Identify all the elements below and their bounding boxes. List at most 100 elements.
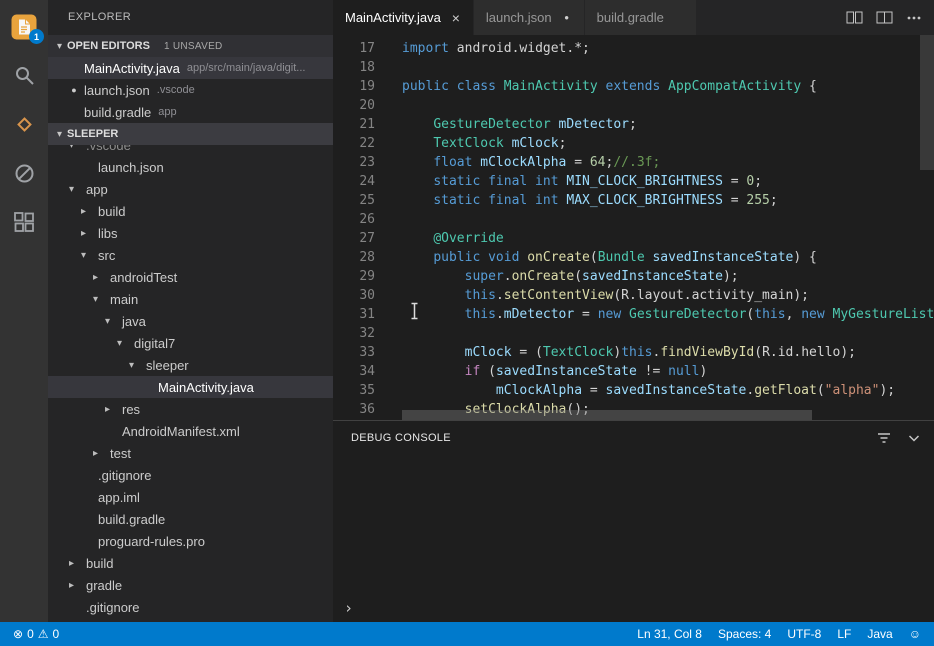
- code-line[interactable]: 35 mClockAlpha = savedInstanceState.getF…: [333, 381, 934, 400]
- split-editor-icon[interactable]: [872, 6, 896, 30]
- console-input-prompt[interactable]: ›: [344, 599, 353, 617]
- chevron-right-icon[interactable]: ▸: [68, 580, 86, 591]
- status-indentation[interactable]: Spaces: 4: [713, 627, 776, 641]
- folder-gradle[interactable]: ▸gradle: [48, 574, 333, 596]
- folder-res[interactable]: ▸res: [48, 398, 333, 420]
- folder-section-header[interactable]: ▾ SLEEPER: [48, 123, 333, 145]
- horizontal-scrollbar[interactable]: [402, 410, 812, 420]
- chevron-down-icon[interactable]: ▾: [92, 294, 110, 305]
- chevron-right-icon[interactable]: ▸: [92, 272, 110, 283]
- chevron-down-icon[interactable]: [906, 430, 922, 446]
- file-launch-json[interactable]: launch.json: [48, 156, 333, 178]
- extensions-activity-button[interactable]: [0, 198, 48, 247]
- code-line[interactable]: 31 this.mDetector = new GestureDetector(…: [333, 305, 934, 324]
- code-line[interactable]: 17import android.widget.*;: [333, 39, 934, 58]
- open-changes-icon[interactable]: [842, 6, 866, 30]
- line-number[interactable]: 32: [333, 324, 375, 343]
- vertical-scrollbar[interactable]: [920, 35, 934, 420]
- code-line[interactable]: 32: [333, 324, 934, 343]
- file-gitignore[interactable]: .gitignore: [48, 464, 333, 486]
- folder-androidtest[interactable]: ▸androidTest: [48, 266, 333, 288]
- line-number[interactable]: 29: [333, 267, 375, 286]
- line-number[interactable]: 34: [333, 362, 375, 381]
- panel-tab-debug-console[interactable]: DEBUG CONSOLE: [351, 432, 451, 444]
- tab-mainactivity-java[interactable]: MainActivity.java×: [333, 0, 474, 35]
- open-editors-header[interactable]: ▾ OPEN EDITORS 1 UNSAVED: [48, 35, 333, 57]
- line-number[interactable]: 33: [333, 343, 375, 362]
- code-line[interactable]: 21 GestureDetector mDetector;: [333, 115, 934, 134]
- folder-sleeper[interactable]: ▾sleeper: [48, 354, 333, 376]
- open-editor-launch-json[interactable]: ●launch.json.vscode: [48, 79, 333, 101]
- filter-icon[interactable]: [876, 430, 892, 446]
- more-actions-icon[interactable]: [902, 6, 926, 30]
- line-number[interactable]: 30: [333, 286, 375, 305]
- folder-vscode[interactable]: ▾.vscode: [48, 145, 333, 156]
- tab-launch-json[interactable]: launch.json●: [474, 0, 585, 35]
- chevron-down-icon[interactable]: ▾: [68, 145, 86, 151]
- code-line[interactable]: 29 super.onCreate(savedInstanceState);: [333, 267, 934, 286]
- file-mainactivity-java[interactable]: MainActivity.java: [48, 376, 333, 398]
- code-line[interactable]: 28 public void onCreate(Bundle savedInst…: [333, 248, 934, 267]
- status-eol[interactable]: LF: [832, 627, 856, 641]
- tab-close-icon[interactable]: ×: [447, 10, 465, 26]
- chevron-right-icon[interactable]: ▸: [80, 228, 98, 239]
- chevron-right-icon[interactable]: ▸: [80, 206, 98, 217]
- chevron-down-icon[interactable]: ▾: [116, 338, 134, 349]
- folder-test[interactable]: ▸test: [48, 442, 333, 464]
- status-language-mode[interactable]: Java: [862, 627, 897, 641]
- code-line[interactable]: 30 this.setContentView(R.layout.activity…: [333, 286, 934, 305]
- folder-libs[interactable]: ▸libs: [48, 222, 333, 244]
- code-line[interactable]: 23 float mClockAlpha = 64;//.3f;: [333, 153, 934, 172]
- chevron-right-icon[interactable]: ▸: [92, 448, 110, 459]
- debug-activity-button[interactable]: [0, 149, 48, 198]
- code-line[interactable]: 18: [333, 58, 934, 77]
- folder-build[interactable]: ▸build: [48, 552, 333, 574]
- code-editor[interactable]: 17import android.widget.*;1819public cla…: [333, 35, 934, 420]
- code-line[interactable]: 27 @Override: [333, 229, 934, 248]
- line-number[interactable]: 25: [333, 191, 375, 210]
- line-number[interactable]: 21: [333, 115, 375, 134]
- file-proguard-rules-pro[interactable]: proguard-rules.pro: [48, 530, 333, 552]
- code-line[interactable]: 22 TextClock mClock;: [333, 134, 934, 153]
- line-number[interactable]: 31: [333, 305, 375, 324]
- source-control-activity-button[interactable]: [0, 100, 48, 149]
- file-app-iml[interactable]: app.iml: [48, 486, 333, 508]
- status-encoding[interactable]: UTF-8: [782, 627, 826, 641]
- search-activity-button[interactable]: [0, 51, 48, 100]
- code-line[interactable]: 33 mClock = (TextClock)this.findViewById…: [333, 343, 934, 362]
- folder-main[interactable]: ▾main: [48, 288, 333, 310]
- line-number[interactable]: 19: [333, 77, 375, 96]
- file-gitignore[interactable]: .gitignore: [48, 596, 333, 618]
- line-number[interactable]: 28: [333, 248, 375, 267]
- code-line[interactable]: 24 static final int MIN_CLOCK_BRIGHTNESS…: [333, 172, 934, 191]
- open-editor-build-gradle[interactable]: build.gradleapp: [48, 101, 333, 123]
- code-line[interactable]: 26: [333, 210, 934, 229]
- line-number[interactable]: 17: [333, 39, 375, 58]
- chevron-down-icon[interactable]: ▾: [104, 316, 122, 327]
- feedback-smiley-icon[interactable]: ☺: [904, 627, 926, 641]
- chevron-down-icon[interactable]: ▾: [80, 250, 98, 261]
- open-editor-mainactivity-java[interactable]: MainActivity.javaapp/src/main/java/digit…: [48, 57, 333, 79]
- line-number[interactable]: 24: [333, 172, 375, 191]
- explorer-activity-button[interactable]: 1: [0, 2, 48, 51]
- status-cursor-position[interactable]: Ln 31, Col 8: [632, 627, 707, 641]
- line-number[interactable]: 18: [333, 58, 375, 77]
- line-number[interactable]: 36: [333, 400, 375, 419]
- folder-digital7[interactable]: ▾digital7: [48, 332, 333, 354]
- line-number[interactable]: 22: [333, 134, 375, 153]
- folder-src[interactable]: ▾src: [48, 244, 333, 266]
- line-number[interactable]: 27: [333, 229, 375, 248]
- chevron-right-icon[interactable]: ▸: [104, 404, 122, 415]
- line-number[interactable]: 20: [333, 96, 375, 115]
- file-androidmanifest-xml[interactable]: AndroidManifest.xml: [48, 420, 333, 442]
- tab-build-gradle[interactable]: build.gradle: [585, 0, 697, 35]
- line-number[interactable]: 23: [333, 153, 375, 172]
- line-number[interactable]: 35: [333, 381, 375, 400]
- code-line[interactable]: 34 if (savedInstanceState != null): [333, 362, 934, 381]
- code-line[interactable]: 25 static final int MAX_CLOCK_BRIGHTNESS…: [333, 191, 934, 210]
- folder-app[interactable]: ▾app: [48, 178, 333, 200]
- scrollbar-thumb[interactable]: [920, 35, 934, 170]
- status-problems[interactable]: ⊗ 0 ⚠ 0: [8, 627, 64, 641]
- folder-java[interactable]: ▾java: [48, 310, 333, 332]
- folder-build[interactable]: ▸build: [48, 200, 333, 222]
